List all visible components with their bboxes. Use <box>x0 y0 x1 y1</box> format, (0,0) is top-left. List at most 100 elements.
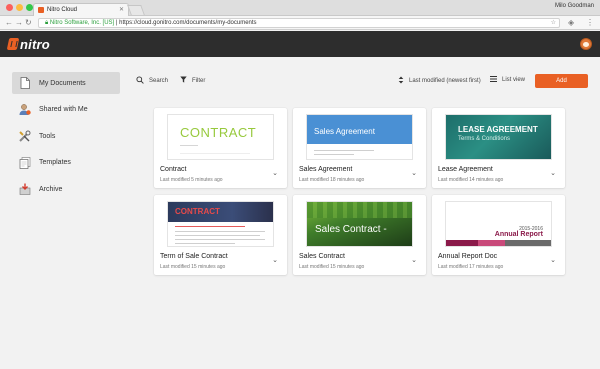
sort-label: Last modified (newest first) <box>409 78 481 84</box>
search-button[interactable]: Search <box>136 76 168 86</box>
thumbnail-pattern <box>307 202 412 218</box>
archive-icon <box>18 183 31 196</box>
sidebar-item-label: My Documents <box>39 79 86 87</box>
chevron-down-icon[interactable]: ⌄ <box>411 256 417 264</box>
document-modified: Last modified 15 minutes ago <box>160 264 226 270</box>
thumbnail-bar <box>446 240 551 246</box>
thumbnail-rule <box>175 226 245 227</box>
document-modified: Last modified 15 minutes ago <box>299 264 365 270</box>
document-title[interactable]: Term of Sale Contract <box>160 253 228 260</box>
nitro-logo-icon <box>6 38 20 50</box>
lock-icon: 🔒︎ <box>45 20 49 26</box>
logo-text: nitro <box>20 36 50 52</box>
document-thumbnail: Sales Contract - <box>306 201 413 247</box>
document-thumbnail: CONTRACT <box>167 114 274 160</box>
document-card-lease-agreement[interactable]: LEASE AGREEMENT Terms & Conditions Lease… <box>432 108 565 188</box>
thumbnail-rule <box>175 231 265 232</box>
minimize-window-button[interactable] <box>16 4 23 11</box>
browser-menu-icon[interactable]: ⋮ <box>586 18 594 28</box>
document-thumbnail: Sales Agreement <box>306 114 413 160</box>
thumbnail-rule <box>175 239 265 240</box>
sidebar-item-label: Shared with Me <box>39 106 88 113</box>
thumbnail-rule <box>175 235 260 236</box>
add-button[interactable]: Add <box>535 74 588 88</box>
tab-close-icon[interactable]: ✕ <box>119 4 124 16</box>
filter-icon <box>180 76 187 85</box>
sidebar-item-tools[interactable]: Tools <box>12 125 120 147</box>
sidebar-item-my-documents[interactable]: My Documents <box>12 72 120 94</box>
filter-button[interactable]: Filter <box>180 76 205 85</box>
nitro-favicon-icon <box>38 7 44 13</box>
sidebar-item-label: Archive <box>39 185 63 193</box>
thumbnail-title: Sales Contract - <box>315 224 387 235</box>
list-view-toggle[interactable]: List view <box>490 76 525 84</box>
thumbnail-rule <box>314 150 374 151</box>
document-title[interactable]: Sales Contract <box>299 253 345 260</box>
document-card-contract[interactable]: CONTRACT Contract Last modified 5 minute… <box>154 108 287 188</box>
thumbnail-subtitle: Terms & Conditions <box>458 136 511 142</box>
url-input[interactable]: 🔒︎ Nitro Software, Inc. [US] | https://c… <box>38 18 560 28</box>
secure-site-label: Nitro Software, Inc. [US] <box>49 20 115 26</box>
chevron-down-icon[interactable]: ⌄ <box>411 169 417 177</box>
thumbnail-rule <box>314 154 354 155</box>
thumbnail-rule <box>180 153 250 154</box>
chevron-down-icon[interactable]: ⌄ <box>550 256 556 264</box>
bookmark-star-icon[interactable]: ☆ <box>551 19 556 28</box>
browser-user-name[interactable]: Milo Goodman <box>555 3 594 9</box>
thumbnail-title: Annual Report <box>494 231 543 238</box>
thumbnail-title: CONTRACT <box>180 125 257 140</box>
thumbnail-rule <box>180 145 198 146</box>
sidebar-item-label: Templates <box>39 159 71 166</box>
document-modified: Last modified 14 minutes ago <box>438 177 504 183</box>
thumbnail-title: CONTRACT <box>168 202 273 222</box>
maximize-window-button[interactable] <box>26 4 33 11</box>
document-title[interactable]: Lease Agreement <box>438 166 493 173</box>
document-card-annual-report[interactable]: 2015-2016 Annual Report Annual Report Do… <box>432 195 565 275</box>
document-card-term-of-sale-contract[interactable]: CONTRACT Term of Sale Contract Last modi… <box>154 195 287 275</box>
extension-icon[interactable]: ◈ <box>568 18 574 28</box>
sidebar-item-templates[interactable]: Templates <box>12 152 120 174</box>
tools-icon <box>18 130 31 143</box>
document-title[interactable]: Sales Agreement <box>299 166 352 173</box>
documents-toolbar: Search Filter Last modified (newest firs… <box>136 74 588 88</box>
thumbnail-title: LEASE AGREEMENT <box>458 125 538 134</box>
sort-dropdown[interactable]: Last modified (newest first) <box>398 76 481 86</box>
thumbnail-rule <box>175 243 235 244</box>
sidebar: My Documents Shared with Me Tools Templa… <box>12 72 120 205</box>
chevron-down-icon[interactable]: ⌄ <box>550 169 556 177</box>
new-tab-button[interactable] <box>127 5 145 15</box>
list-view-label: List view <box>502 77 526 83</box>
forward-arrow-icon[interactable]: → <box>15 18 23 28</box>
reload-icon[interactable]: ↻ <box>25 18 32 28</box>
chevron-down-icon[interactable]: ⌄ <box>272 256 278 264</box>
document-card-sales-agreement[interactable]: Sales Agreement Sales Agreement Last mod… <box>293 108 426 188</box>
document-thumbnail: LEASE AGREEMENT Terms & Conditions <box>445 114 552 160</box>
url-text: https://cloud.gonitro.com/documents/my-d… <box>119 20 257 26</box>
browser-addressbar: ← → ↻ 🔒︎ Nitro Software, Inc. [US] | htt… <box>0 16 600 30</box>
close-window-button[interactable] <box>6 4 13 11</box>
document-modified: Last modified 18 minutes ago <box>299 177 365 183</box>
search-label: Search <box>149 78 169 84</box>
search-icon <box>136 76 144 86</box>
document-modified: Last modified 17 minutes ago <box>438 264 504 270</box>
browser-tab[interactable]: Nitro Cloud ✕ <box>33 3 129 16</box>
list-view-icon <box>490 76 497 84</box>
document-title[interactable]: Annual Report Doc <box>438 253 497 260</box>
document-modified: Last modified 5 minutes ago <box>160 177 223 183</box>
thumbnail-title: Sales Agreement <box>307 115 412 144</box>
user-avatar[interactable] <box>580 38 592 50</box>
chevron-down-icon[interactable]: ⌄ <box>272 169 278 177</box>
tab-title: Nitro Cloud <box>47 7 78 13</box>
sort-arrows-icon <box>398 76 404 86</box>
templates-icon <box>18 156 31 169</box>
filter-label: Filter <box>192 77 206 84</box>
document-thumbnail: 2015-2016 Annual Report <box>445 201 552 247</box>
nitro-logo[interactable]: nitro <box>6 36 50 52</box>
sidebar-item-archive[interactable]: Archive <box>12 178 120 200</box>
document-card-sales-contract[interactable]: Sales Contract - Sales Contract Last mod… <box>293 195 426 275</box>
document-title[interactable]: Contract <box>160 166 186 173</box>
shared-user-icon <box>18 103 31 116</box>
app-header: nitro <box>0 31 600 57</box>
back-arrow-icon[interactable]: ← <box>5 18 13 28</box>
sidebar-item-shared-with-me[interactable]: Shared with Me <box>12 99 120 121</box>
